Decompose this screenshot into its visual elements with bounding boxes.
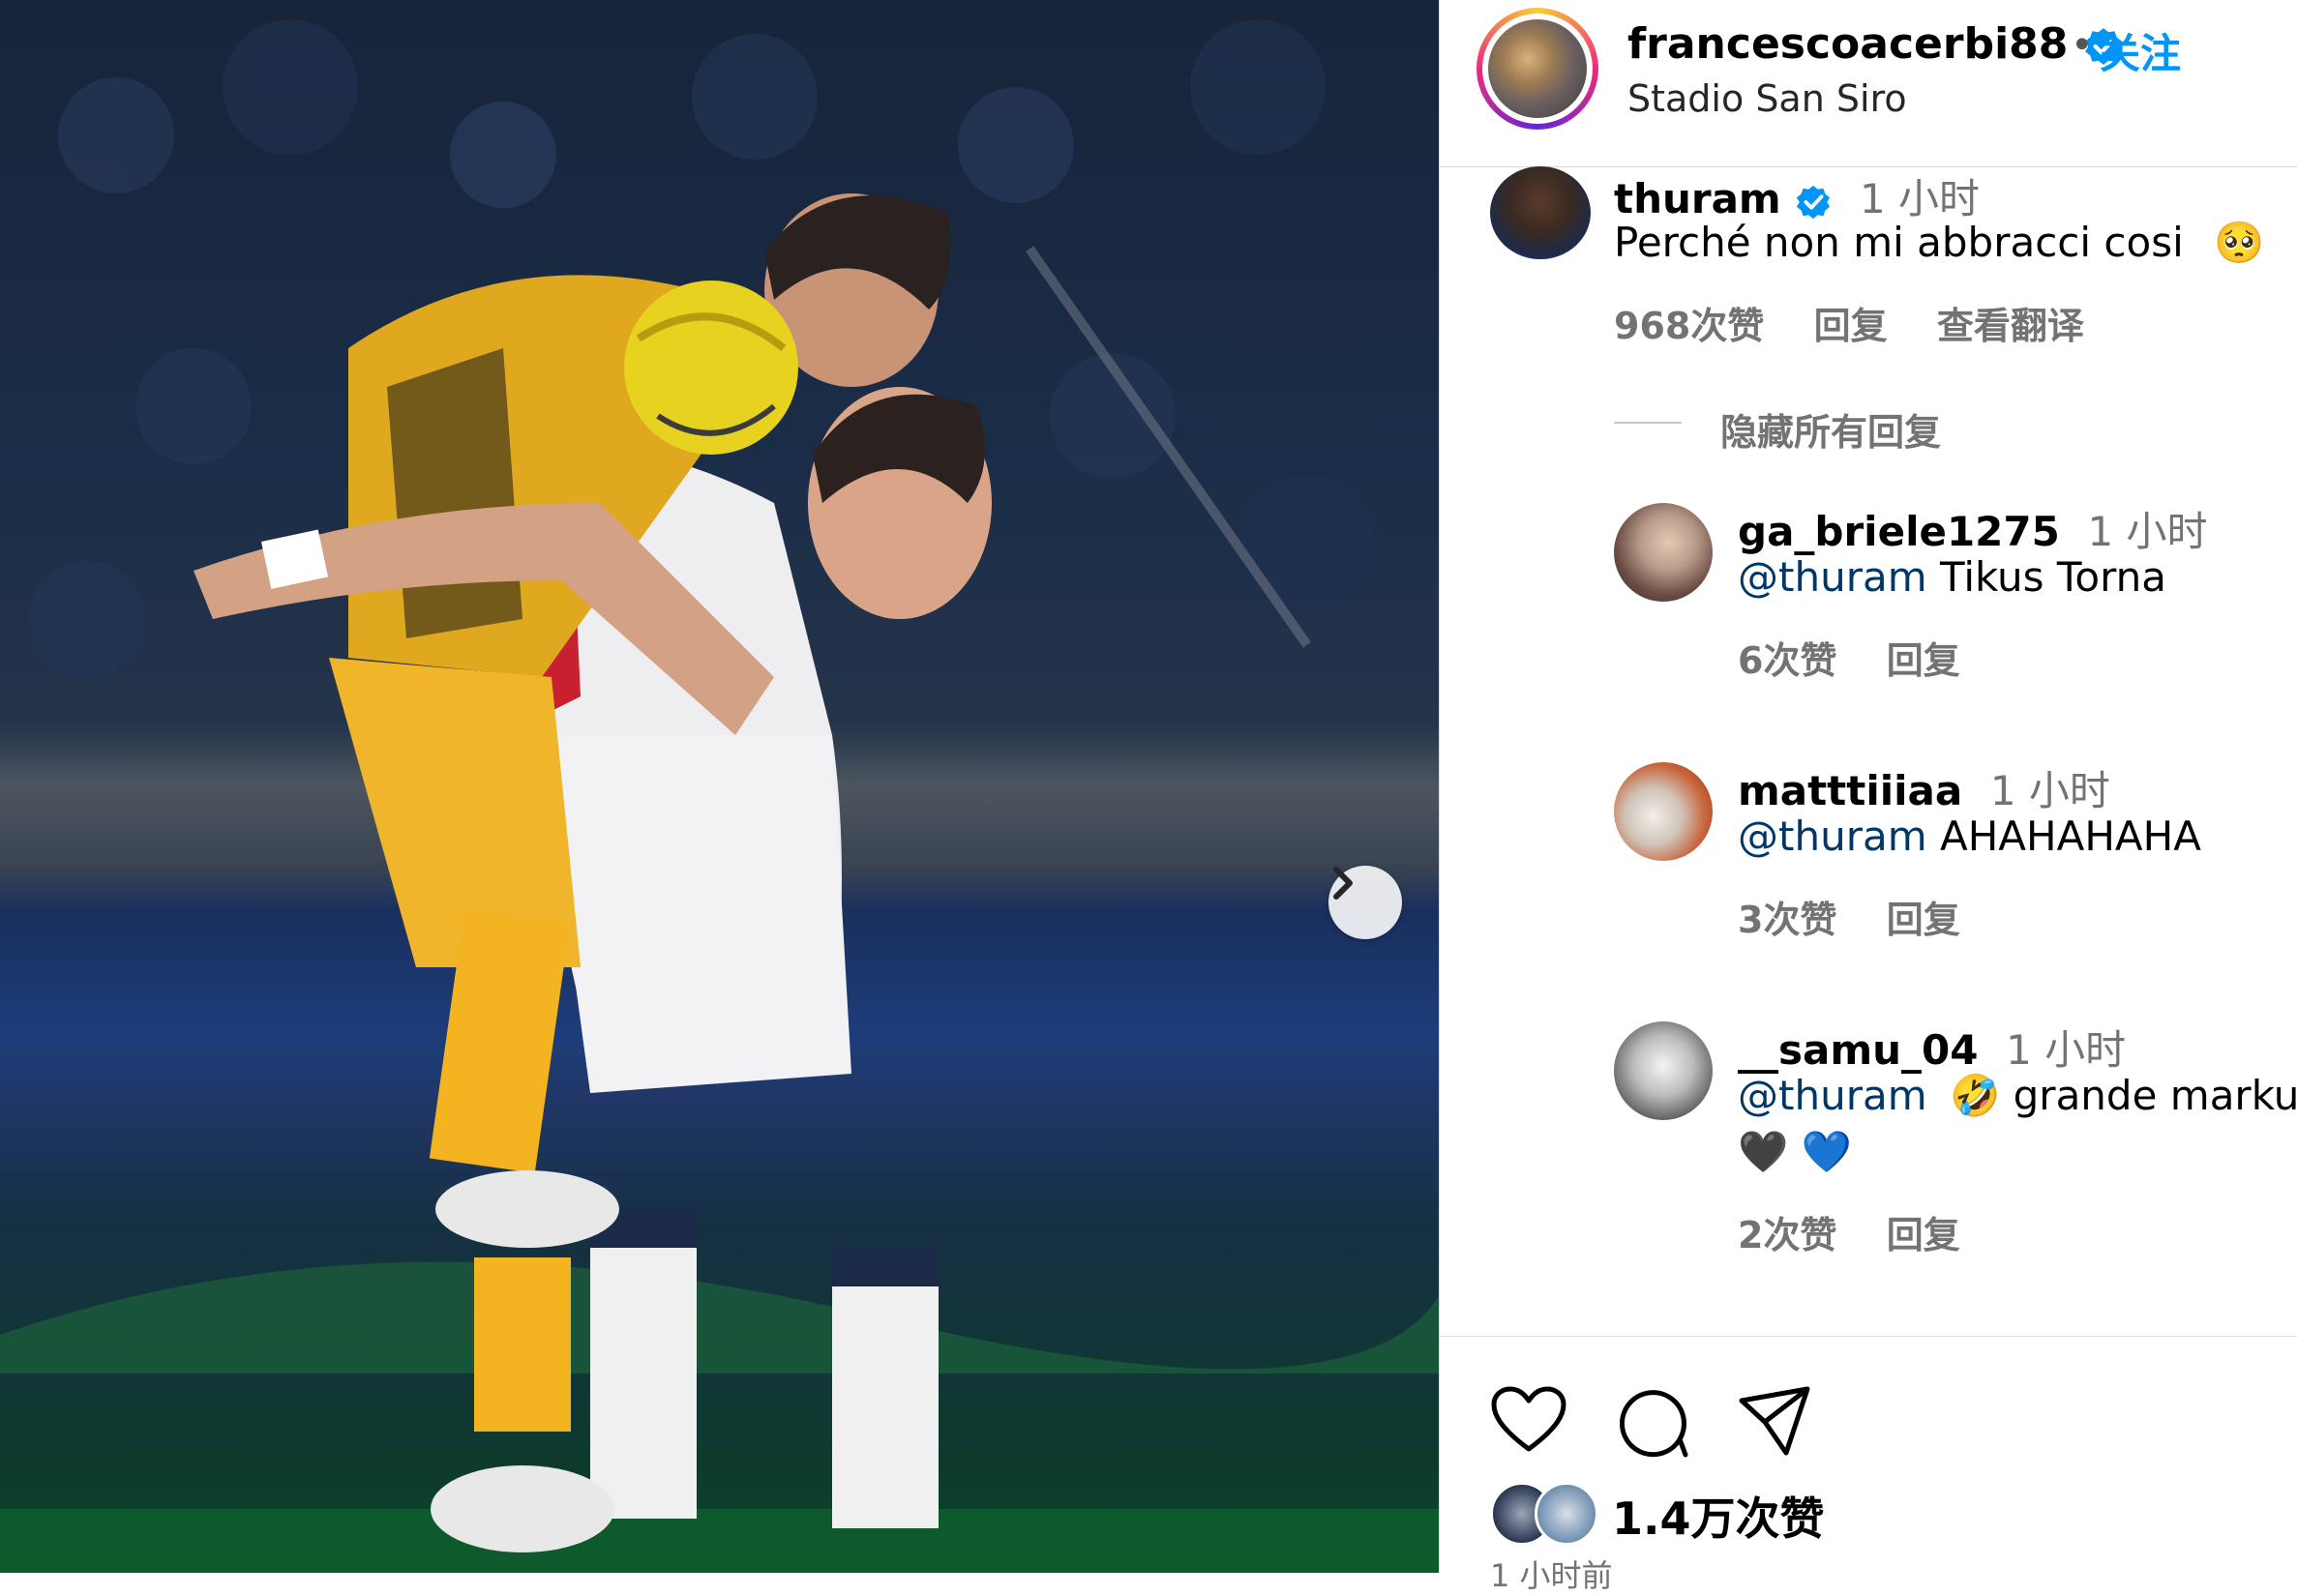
comment-username[interactable]: thuram	[1614, 175, 1781, 222]
hide-replies-button[interactable]: 隐藏所有回复	[1720, 402, 1941, 456]
like-count[interactable]: 1.4万次赞	[1612, 1484, 1825, 1548]
reply-username-line: ga_briele1275 1 小时	[1738, 499, 2208, 558]
reply-username[interactable]: __samu_04	[1738, 1026, 1978, 1074]
follow-button[interactable]: 关注	[2100, 21, 2181, 80]
reply-button[interactable]: 回复	[1887, 899, 1960, 941]
reply-username-line: matttiiiaa 1 小时	[1738, 758, 2110, 817]
post-timestamp[interactable]: 1 小时前	[1490, 1552, 1613, 1596]
author-username[interactable]: francescoacerbi88	[1627, 19, 2068, 69]
reply-button[interactable]: 回复	[1887, 639, 1960, 682]
comment-like-count[interactable]: 968次赞	[1614, 305, 1764, 347]
reply-emoji-line: 🖤 💙	[1738, 1128, 1852, 1175]
reply-avatar[interactable]	[1614, 1021, 1713, 1120]
comment-meta: 968次赞 回复 查看翻译	[1614, 296, 2121, 349]
reply-text: Tikus Torna	[1939, 553, 2166, 601]
comment-text-line: Perché non mi abbracci cosi 🥺	[1614, 219, 2264, 267]
mention-link[interactable]: @thuram	[1738, 813, 1927, 860]
reply-text-line: @thuram Tikus Torna	[1738, 553, 2166, 601]
reply-like-count[interactable]: 3次赞	[1738, 899, 1836, 941]
next-image-button[interactable]	[1328, 866, 1402, 939]
football-photo-illustration	[0, 19, 1439, 1573]
hide-replies-divider	[1614, 422, 1682, 424]
post-location[interactable]: Stadio San Siro	[1627, 77, 1907, 120]
reply-like-count[interactable]: 2次赞	[1738, 1214, 1836, 1256]
separator-dot: •	[2071, 23, 2094, 68]
reply-meta: 2次赞 回复	[1738, 1205, 1997, 1258]
verified-badge-icon	[1797, 185, 1831, 219]
mention-link[interactable]: @thuram	[1738, 1072, 1927, 1119]
rofl-emoji: 🤣	[1949, 1072, 2001, 1119]
post-actions: 1.4万次赞 1 小时前	[1440, 1336, 2297, 1594]
reply-text-line: @thuram 🤣 grande markus	[1738, 1072, 2297, 1120]
post-header: francescoacerbi88 • 关注 Stadio San Siro	[1440, 0, 2297, 167]
reply-time[interactable]: 1 小时	[1990, 767, 2110, 814]
reply-avatar[interactable]	[1614, 762, 1713, 861]
reply-like-count[interactable]: 6次赞	[1738, 639, 1836, 682]
see-translation-button[interactable]: 查看翻译	[1937, 305, 2084, 347]
comment-text: Perché non mi abbracci cosi	[1614, 219, 2184, 266]
reply-button[interactable]: 回复	[1887, 1214, 1960, 1256]
reply-time[interactable]: 1 小时	[2087, 508, 2207, 555]
share-icon[interactable]	[1738, 1385, 1811, 1459]
comment-avatar[interactable]	[1490, 166, 1591, 259]
reply-text: grande markus	[2013, 1072, 2297, 1119]
post-photo[interactable]	[0, 0, 1439, 1573]
pleading-face-emoji: 🥺	[2214, 219, 2265, 266]
reply-username[interactable]: ga_briele1275	[1738, 508, 2060, 555]
reply-text: AHAHAHAHA	[1939, 813, 2201, 860]
reply-username-line: __samu_04 1 小时	[1738, 1018, 2126, 1077]
reply-meta: 3次赞 回复	[1738, 890, 1997, 943]
heart-icon[interactable]	[1490, 1385, 1567, 1455]
reply-avatar[interactable]	[1614, 503, 1713, 602]
comment-icon[interactable]	[1616, 1385, 1689, 1459]
chevron-right-icon	[1333, 867, 1353, 900]
author-name-line: francescoacerbi88	[1627, 19, 2124, 69]
liked-by-avatars[interactable]	[1490, 1482, 1606, 1546]
comment-time[interactable]: 1 小时	[1860, 175, 1980, 222]
reply-time[interactable]: 1 小时	[2006, 1026, 2126, 1074]
reply-username[interactable]: matttiiiaa	[1738, 767, 1962, 814]
author-avatar[interactable]	[1477, 8, 1598, 130]
liker-avatar	[1535, 1482, 1598, 1546]
reply-text-line: @thuram AHAHAHAHA	[1738, 813, 2201, 860]
reply-button[interactable]: 回复	[1814, 305, 1888, 347]
post-sidebar: francescoacerbi88 • 关注 Stadio San Siro t…	[1439, 0, 2297, 1594]
comments-list[interactable]: thuram 1 小时 Perché non mi abbracci cosi …	[1440, 166, 2297, 1337]
reply-meta: 6次赞 回复	[1738, 631, 1997, 684]
mention-link[interactable]: @thuram	[1738, 553, 1927, 601]
comment-username-line: thuram 1 小时	[1614, 166, 1980, 225]
